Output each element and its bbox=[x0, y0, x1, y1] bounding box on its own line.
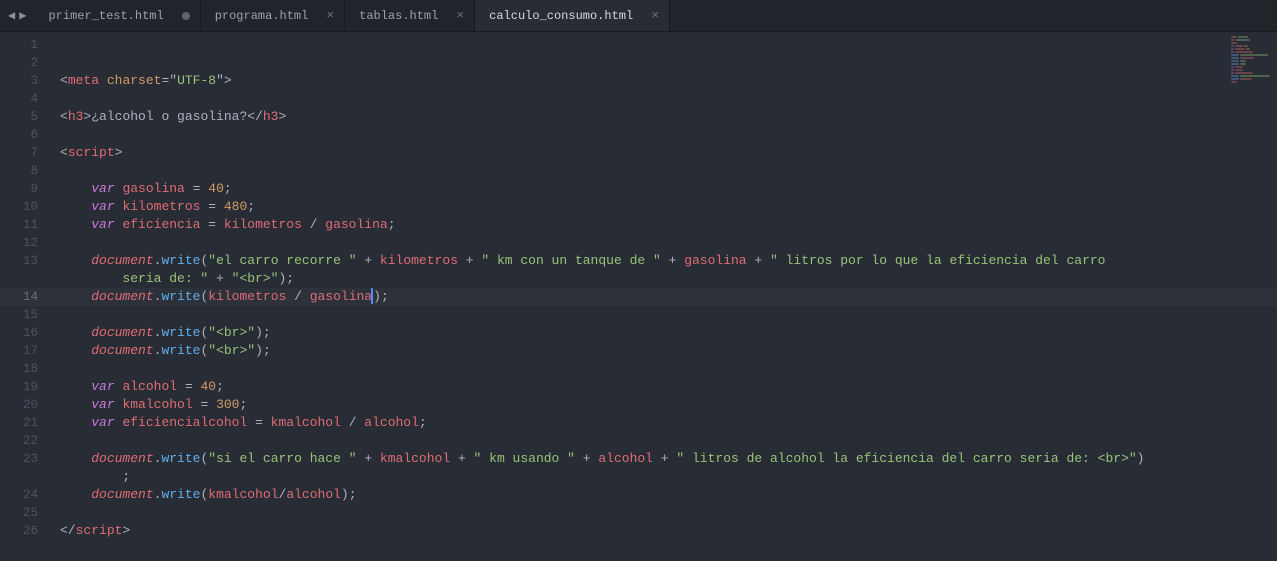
code-line[interactable] bbox=[54, 432, 1277, 450]
code-area[interactable]: <meta charset="UTF-8"> <h3>¿alcohol o ga… bbox=[54, 32, 1277, 561]
code-line[interactable]: document.write("<br>"); bbox=[54, 324, 1277, 342]
line-number-wrap bbox=[0, 468, 54, 486]
code-line[interactable]: ; bbox=[54, 468, 1277, 486]
line-number[interactable]: 8 bbox=[0, 162, 54, 180]
code-line[interactable]: document.write("<br>"); bbox=[54, 342, 1277, 360]
tabs: primer_test.htmlprograma.html×tablas.htm… bbox=[34, 0, 670, 31]
close-icon[interactable]: × bbox=[651, 9, 659, 22]
line-number[interactable]: 20 bbox=[0, 396, 54, 414]
line-number[interactable]: 4 bbox=[0, 90, 54, 108]
code-line[interactable]: var alcohol = 40; bbox=[54, 378, 1277, 396]
line-number-wrap bbox=[0, 270, 54, 288]
code-line[interactable]: document.write(kmalcohol/alcohol); bbox=[54, 486, 1277, 504]
line-number[interactable]: 1 bbox=[0, 36, 54, 54]
line-number[interactable]: 19 bbox=[0, 378, 54, 396]
line-number[interactable]: 7 bbox=[0, 144, 54, 162]
tab-label: calculo_consumo.html bbox=[489, 9, 633, 23]
modified-dot-icon bbox=[182, 12, 190, 20]
nav-back-icon[interactable]: ◀ bbox=[6, 8, 17, 23]
nav-forward-icon[interactable]: ▶ bbox=[17, 8, 28, 23]
line-number[interactable]: 5 bbox=[0, 108, 54, 126]
line-number[interactable]: 10 bbox=[0, 198, 54, 216]
tab-calculo_consumo-html[interactable]: calculo_consumo.html × bbox=[475, 0, 670, 31]
code-line[interactable]: var kilometros = 480; bbox=[54, 198, 1277, 216]
code-line[interactable] bbox=[54, 126, 1277, 144]
line-number[interactable]: 16 bbox=[0, 324, 54, 342]
code-line[interactable]: document.write("si el carro hace " + kma… bbox=[54, 450, 1277, 468]
code-line[interactable] bbox=[54, 90, 1277, 108]
line-number[interactable]: 13 bbox=[0, 252, 54, 270]
code-line[interactable] bbox=[54, 504, 1277, 522]
line-number[interactable]: 14 bbox=[0, 288, 54, 306]
code-line[interactable]: <meta charset="UTF-8"> bbox=[54, 72, 1277, 90]
code-line[interactable] bbox=[54, 162, 1277, 180]
code-line[interactable]: var kmalcohol = 300; bbox=[54, 396, 1277, 414]
code-line[interactable]: document.write(kilometros / gasolina); bbox=[54, 288, 1277, 306]
line-number[interactable]: 18 bbox=[0, 360, 54, 378]
editor-pane: 1234567891011121314151617181920212223242… bbox=[0, 32, 1277, 561]
gutter: 1234567891011121314151617181920212223242… bbox=[0, 32, 54, 561]
close-icon[interactable]: × bbox=[326, 9, 334, 22]
code-line[interactable] bbox=[54, 234, 1277, 252]
line-number[interactable]: 9 bbox=[0, 180, 54, 198]
close-icon[interactable]: × bbox=[456, 9, 464, 22]
tab-label: primer_test.html bbox=[48, 9, 163, 23]
code-line[interactable]: <h3>¿alcohol o gasolina?</h3> bbox=[54, 108, 1277, 126]
code-line[interactable] bbox=[54, 54, 1277, 72]
tab-tablas-html[interactable]: tablas.html × bbox=[345, 0, 475, 31]
line-number[interactable]: 17 bbox=[0, 342, 54, 360]
code-line[interactable]: var eficiencia = kilometros / gasolina; bbox=[54, 216, 1277, 234]
line-number[interactable]: 2 bbox=[0, 54, 54, 72]
line-number[interactable]: 22 bbox=[0, 432, 54, 450]
line-number[interactable]: 25 bbox=[0, 504, 54, 522]
tab-programa-html[interactable]: programa.html × bbox=[201, 0, 345, 31]
tab-primer_test-html[interactable]: primer_test.html bbox=[34, 0, 200, 31]
code-line[interactable]: </script> bbox=[54, 522, 1277, 540]
line-number[interactable]: 11 bbox=[0, 216, 54, 234]
line-number[interactable]: 23 bbox=[0, 450, 54, 468]
code-line[interactable] bbox=[54, 360, 1277, 378]
tab-label: tablas.html bbox=[359, 9, 438, 23]
code-line[interactable]: var eficiencialcohol = kmalcohol / alcoh… bbox=[54, 414, 1277, 432]
line-number[interactable]: 26 bbox=[0, 522, 54, 540]
line-number[interactable]: 6 bbox=[0, 126, 54, 144]
code-line[interactable]: <script> bbox=[54, 144, 1277, 162]
tab-label: programa.html bbox=[215, 9, 309, 23]
code-line[interactable]: seria de: " + "<br>"); bbox=[54, 270, 1277, 288]
tab-bar: ◀ ▶ primer_test.htmlprograma.html×tablas… bbox=[0, 0, 1277, 32]
code-line[interactable] bbox=[54, 306, 1277, 324]
code-line[interactable] bbox=[54, 36, 1277, 54]
line-number[interactable]: 15 bbox=[0, 306, 54, 324]
line-number[interactable]: 24 bbox=[0, 486, 54, 504]
code-line[interactable]: document.write("el carro recorre " + kil… bbox=[54, 252, 1277, 270]
code-line[interactable]: var gasolina = 40; bbox=[54, 180, 1277, 198]
nav-arrows: ◀ ▶ bbox=[0, 0, 34, 31]
line-number[interactable]: 12 bbox=[0, 234, 54, 252]
vertical-scrollbar[interactable] bbox=[1267, 32, 1277, 561]
line-number[interactable]: 21 bbox=[0, 414, 54, 432]
line-number[interactable]: 3 bbox=[0, 72, 54, 90]
